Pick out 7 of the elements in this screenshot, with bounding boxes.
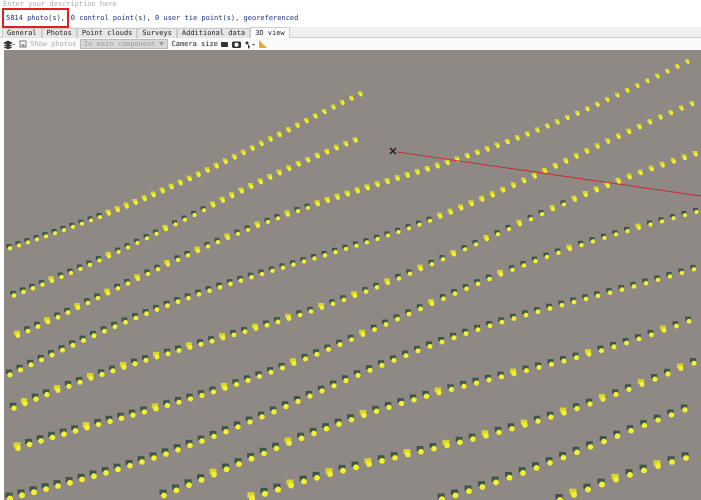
- caret-icon: [159, 42, 164, 46]
- camera-small-icon[interactable]: [221, 41, 228, 47]
- camera-large-icon[interactable]: [232, 40, 241, 48]
- pointer-icon[interactable]: [244, 40, 256, 48]
- cross-marker-icon: [389, 147, 397, 155]
- layers-icon[interactable]: [3, 40, 15, 48]
- frame-icon[interactable]: [18, 40, 26, 48]
